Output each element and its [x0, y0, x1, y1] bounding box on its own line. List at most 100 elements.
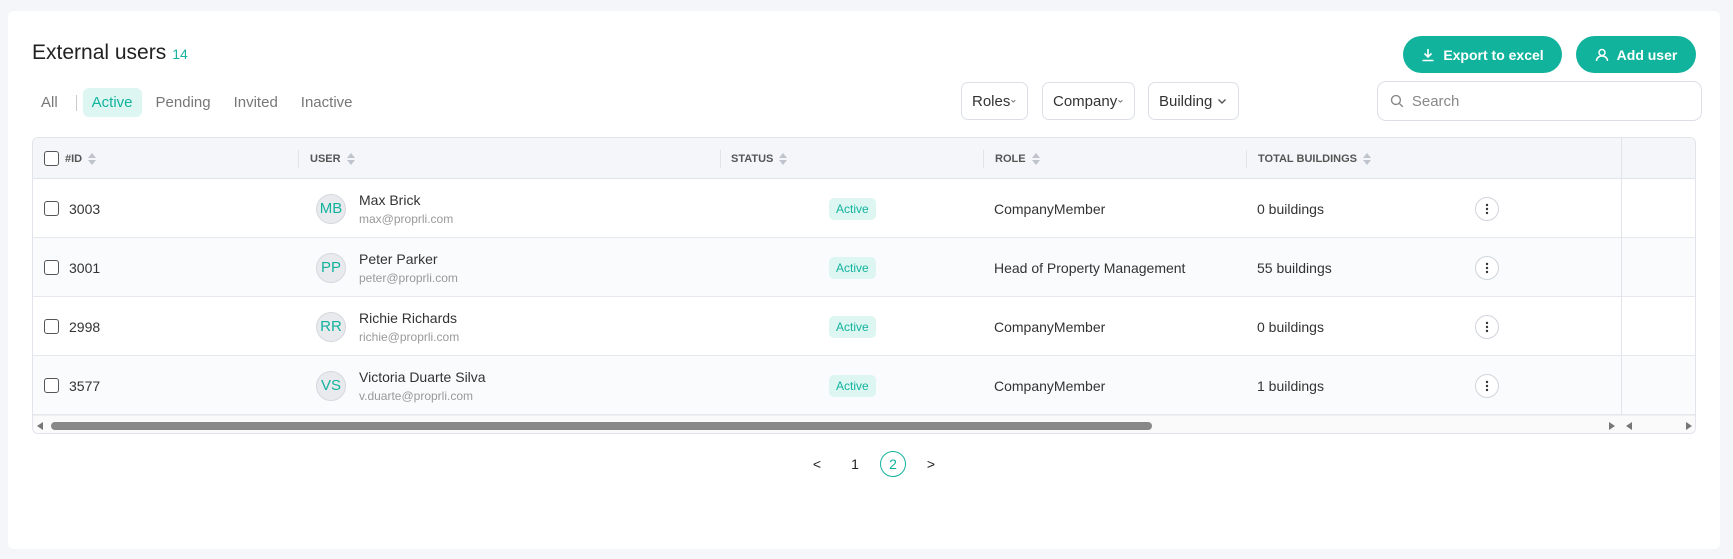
row-actions-cell — [1475, 179, 1499, 238]
user-name: Max Brick — [359, 191, 421, 208]
status-badge: Active — [829, 315, 876, 338]
table-row[interactable]: 3001 PP Peter Parker peter@proprli.com Ac… — [33, 238, 1695, 297]
download-icon — [1422, 48, 1434, 61]
company-filter-label: Company — [1053, 92, 1118, 110]
table-row[interactable]: 3003 MB Max Brick max@proprli.com Active … — [33, 179, 1695, 238]
kebab-menu-icon[interactable] — [1475, 255, 1499, 280]
row-select-cell — [44, 238, 59, 297]
row-checkbox[interactable] — [44, 260, 59, 275]
avatar: MB — [316, 193, 346, 224]
buildings-cell: 55 buildings — [1257, 259, 1332, 276]
avatar: RR — [316, 311, 346, 342]
export-button-label: Export to excel — [1443, 46, 1544, 63]
user-email: richie@proprli.com — [359, 329, 460, 344]
roles-filter-dropdown[interactable]: Roles — [961, 82, 1028, 120]
company-filter-dropdown[interactable]: Company — [1042, 82, 1135, 120]
next-page-button[interactable]: > — [918, 451, 944, 477]
select-all-checkbox[interactable] — [44, 151, 59, 166]
header-total-buildings: TOTAL BUILDINGS — [1258, 138, 1371, 179]
user-cell: RR Richie Richards richie@proprli.com — [316, 297, 459, 356]
scroll-left-arrow-icon[interactable] — [37, 422, 43, 430]
avatar: VS — [316, 370, 346, 401]
header-total-buildings-label: TOTAL BUILDINGS — [1258, 152, 1357, 165]
sort-status-icon[interactable] — [779, 152, 788, 165]
buildings-cell: 0 buildings — [1257, 200, 1324, 217]
role-cell: CompanyMember — [994, 318, 1106, 335]
add-user-button[interactable]: Add user — [1576, 36, 1696, 73]
horizontal-scrollbar[interactable] — [33, 415, 1695, 433]
sort-role-icon[interactable] — [1031, 152, 1040, 165]
row-actions-cell — [1475, 238, 1499, 297]
search-input[interactable] — [1411, 92, 1689, 110]
page-1-button[interactable]: 1 — [842, 451, 868, 477]
sort-id-icon[interactable] — [88, 152, 97, 165]
status-badge: Active — [829, 374, 876, 397]
row-checkbox[interactable] — [44, 378, 59, 393]
header-user: USER — [310, 138, 355, 179]
tab-invited[interactable]: Invited — [225, 88, 287, 117]
column-divider — [720, 150, 721, 168]
users-table: #ID USER STATUS ROLE TOTAL BUILDINGS 300… — [32, 137, 1696, 434]
status-cell: Active — [829, 356, 876, 415]
chevron-down-icon — [1118, 99, 1123, 103]
header-user-label: USER — [310, 152, 341, 165]
export-to-excel-button[interactable]: Export to excel — [1403, 36, 1562, 73]
column-divider — [983, 150, 984, 168]
row-actions-cell — [1475, 356, 1499, 415]
scroll-left-arrow-icon[interactable] — [1626, 422, 1632, 430]
sort-user-icon[interactable] — [346, 152, 355, 165]
scrollbar-thumb[interactable] — [51, 422, 1152, 430]
row-select-cell — [44, 297, 59, 356]
chevron-down-icon — [1218, 99, 1226, 104]
header-role: ROLE — [995, 138, 1040, 179]
row-checkbox[interactable] — [44, 319, 59, 334]
tab-all[interactable]: All — [32, 88, 67, 117]
user-cell: MB Max Brick max@proprli.com — [316, 179, 453, 238]
row-select-cell — [44, 179, 59, 238]
fixed-column-divider — [1621, 138, 1622, 433]
scroll-right-arrow-icon[interactable] — [1609, 422, 1615, 430]
header-id-label: #ID — [65, 152, 83, 165]
prev-page-button[interactable]: < — [804, 451, 830, 477]
row-checkbox[interactable] — [44, 201, 59, 216]
user-cell: VS Victoria Duarte Silva v.duarte@proprli… — [316, 356, 486, 415]
column-divider — [298, 150, 299, 168]
page-2-button[interactable]: 2 — [880, 451, 906, 477]
building-filter-dropdown[interactable]: Building — [1148, 82, 1239, 120]
user-icon — [1595, 48, 1608, 61]
status-badge: Active — [829, 197, 876, 220]
scroll-right-arrow-icon[interactable] — [1686, 422, 1692, 430]
kebab-menu-icon[interactable] — [1475, 314, 1499, 339]
pagination: < 1 2 > — [798, 451, 950, 477]
add-user-button-label: Add user — [1616, 46, 1678, 63]
kebab-menu-icon[interactable] — [1475, 373, 1499, 398]
header-status: STATUS — [731, 138, 788, 179]
tab-pending[interactable]: Pending — [147, 88, 220, 117]
status-badge: Active — [829, 256, 876, 279]
tab-inactive[interactable]: Inactive — [292, 88, 362, 117]
header-status-label: STATUS — [731, 152, 774, 165]
header-id: #ID — [44, 138, 97, 179]
status-cell: Active — [829, 297, 876, 356]
column-divider — [1246, 150, 1247, 168]
table-row[interactable]: 2998 RR Richie Richards richie@proprli.co… — [33, 297, 1695, 356]
users-card: External users 14 Export to excel Add use… — [8, 11, 1720, 549]
row-actions-cell — [1475, 297, 1499, 356]
user-email: max@proprli.com — [359, 211, 454, 226]
row-id: 3577 — [69, 377, 101, 394]
kebab-menu-icon[interactable] — [1475, 196, 1499, 221]
tab-divider — [75, 94, 77, 111]
buildings-cell: 1 buildings — [1257, 377, 1324, 394]
role-cell: Head of Property Management — [994, 259, 1186, 276]
table-row[interactable]: 3577 VS Victoria Duarte Silva v.duarte@pr… — [33, 356, 1695, 415]
tab-active[interactable]: Active — [82, 88, 142, 117]
status-cell: Active — [829, 238, 876, 297]
buildings-cell: 0 buildings — [1257, 318, 1324, 335]
page-title: External users 14 — [32, 41, 188, 65]
user-count: 14 — [172, 46, 188, 62]
search-icon — [1390, 94, 1404, 108]
user-email: v.duarte@proprli.com — [359, 388, 473, 403]
row-id: 2998 — [69, 318, 101, 335]
sort-buildings-icon[interactable] — [1363, 152, 1371, 165]
chevron-down-icon — [1011, 99, 1016, 103]
